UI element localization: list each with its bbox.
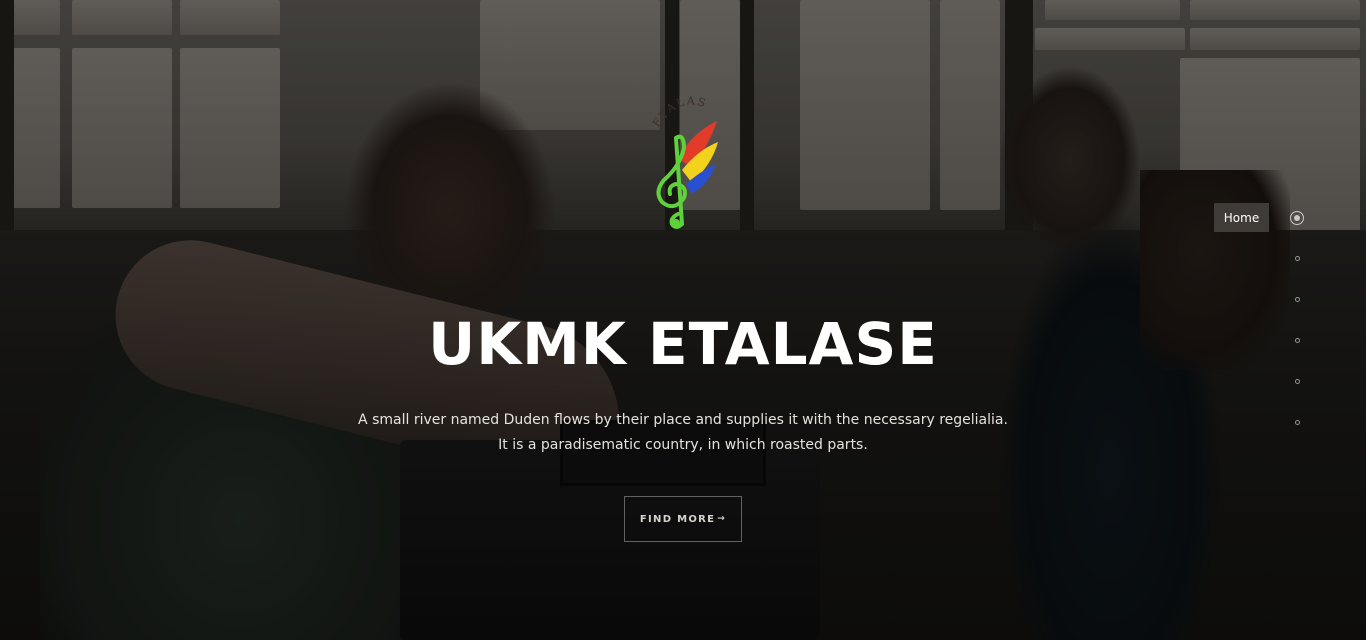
nav-dot-5[interactable] bbox=[1295, 379, 1300, 384]
hero-content: UKMK ETALASE A small river named Duden f… bbox=[0, 0, 1366, 640]
nav-dot-4[interactable] bbox=[1295, 338, 1300, 343]
nav-dot-3[interactable] bbox=[1295, 297, 1300, 302]
hero-section: ETALASE UKMK ETALASE A small river named… bbox=[0, 0, 1366, 640]
hero-subtitle: A small river named Duden flows by their… bbox=[358, 412, 1008, 453]
nav-tooltip: Home bbox=[1214, 203, 1269, 232]
arrow-right-icon: → bbox=[717, 514, 727, 524]
find-more-button[interactable]: FIND MORE → bbox=[624, 496, 742, 542]
find-more-label: FIND MORE bbox=[639, 513, 716, 525]
nav-dot-2[interactable] bbox=[1295, 256, 1300, 261]
nav-dot-home[interactable] bbox=[1290, 211, 1304, 225]
nav-dot-6[interactable] bbox=[1295, 420, 1300, 425]
hero-title: UKMK ETALASE bbox=[428, 310, 938, 378]
